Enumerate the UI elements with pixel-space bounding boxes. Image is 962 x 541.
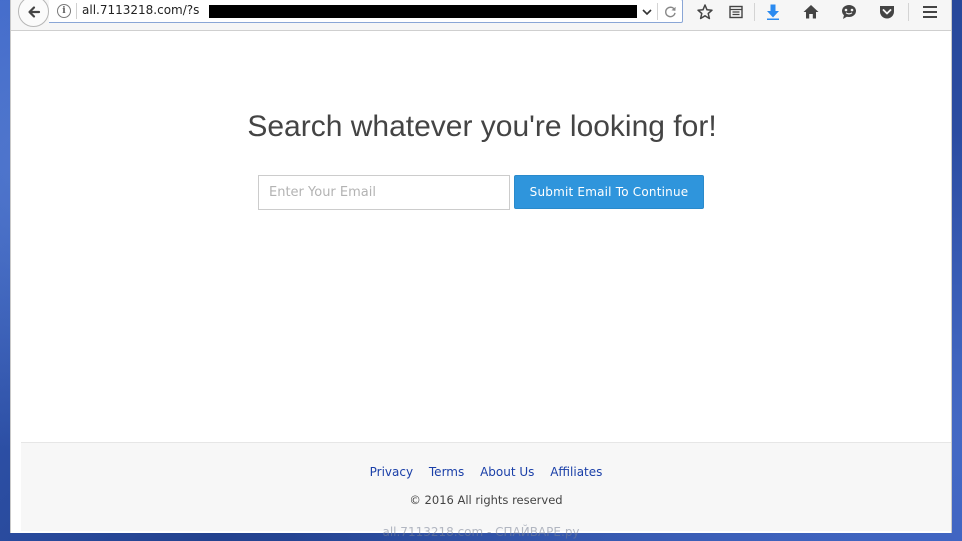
watermark-text: all.7113218.com - СПАЙВАРЕ.ру — [382, 525, 580, 539]
email-field[interactable] — [258, 175, 510, 210]
chat-button[interactable] — [839, 2, 859, 22]
submit-email-button[interactable]: Submit Email To Continue — [514, 175, 704, 209]
bookmark-star-icon — [697, 4, 713, 20]
info-icon[interactable]: i — [57, 4, 71, 18]
back-arrow-icon — [27, 5, 40, 18]
reload-separator — [657, 3, 658, 20]
footer-link-about-us[interactable]: About Us — [480, 465, 534, 479]
footer-link-terms[interactable]: Terms — [429, 465, 464, 479]
urlbar-divider — [76, 3, 77, 19]
toolbar-separator — [754, 3, 755, 21]
chat-bubble-icon — [842, 5, 856, 19]
url-redaction-bar — [209, 5, 637, 18]
page-title: Search whatever you're looking for! — [247, 110, 717, 143]
url-text[interactable]: all.7113218.com/?s — [82, 3, 199, 17]
toolbar-separator — [908, 3, 909, 21]
bookmark-star-button[interactable] — [695, 2, 715, 22]
footer-links: Privacy Terms About Us Affiliates — [21, 465, 951, 479]
url-bar[interactable]: i all.7113218.com/?s — [49, 0, 683, 23]
menu-button[interactable] — [920, 2, 940, 22]
reader-list-button[interactable] — [726, 2, 746, 22]
dropdown-chevron-icon[interactable] — [640, 5, 654, 19]
footer-link-affiliates[interactable]: Affiliates — [550, 465, 602, 479]
reader-list-icon — [729, 5, 743, 19]
pocket-button[interactable] — [877, 2, 897, 22]
browser-toolbar: i all.7113218.com/?s — [11, 0, 951, 31]
pocket-icon — [880, 6, 894, 19]
copyright-text: © 2016 All rights reserved — [409, 493, 563, 507]
page-footer: Privacy Terms About Us Affiliates © 2016… — [21, 442, 951, 531]
footer-link-privacy[interactable]: Privacy — [370, 465, 413, 479]
reload-icon[interactable] — [663, 4, 678, 19]
home-button[interactable] — [801, 2, 821, 22]
back-button[interactable] — [18, 0, 49, 27]
downloads-button[interactable] — [763, 2, 783, 22]
hamburger-menu-icon — [923, 6, 937, 18]
download-arrow-icon — [767, 4, 779, 20]
browser-window: i all.7113218.com/?s Search whatever you… — [10, 0, 952, 533]
home-icon — [803, 5, 819, 19]
